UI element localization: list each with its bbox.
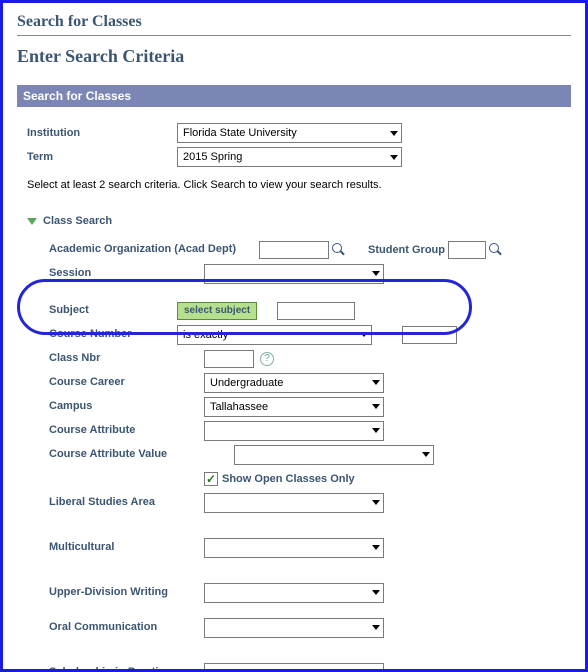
select-subject-button[interactable]: select subject — [177, 302, 257, 320]
app-frame: Search for Classes Enter Search Criteria… — [0, 0, 588, 672]
campus-value: Tallahassee — [210, 401, 268, 413]
divider — [17, 35, 571, 36]
liberal-studies-label: Liberal Studies Area — [49, 496, 204, 509]
session-label: Session — [49, 267, 204, 280]
upper-div-writing-label: Upper-Division Writing — [49, 586, 204, 599]
sub-title: Enter Search Criteria — [17, 46, 571, 67]
chevron-down-icon — [372, 404, 380, 409]
subject-label: Subject — [49, 304, 177, 317]
search-icon[interactable] — [332, 243, 346, 257]
triangle-down-icon — [27, 218, 37, 225]
section-bar: Search for Classes — [17, 85, 571, 107]
course-attribute-select[interactable] — [204, 421, 384, 441]
oral-comm-label: Oral Communication — [49, 621, 204, 634]
chevron-down-icon — [372, 380, 380, 385]
course-number-input[interactable] — [402, 326, 457, 344]
subject-input[interactable] — [277, 302, 355, 320]
multicultural-label: Multicultural — [49, 541, 204, 554]
institution-label: Institution — [27, 127, 177, 139]
oral-comm-select[interactable] — [204, 618, 384, 638]
scholarship-label: Scholarship in Practice — [49, 666, 204, 672]
chevron-down-icon — [372, 545, 380, 550]
show-open-checkbox[interactable]: ✓ — [204, 472, 218, 486]
campus-select[interactable]: Tallahassee — [204, 397, 384, 417]
term-label: Term — [27, 151, 177, 163]
multicultural-select[interactable] — [204, 538, 384, 558]
chevron-down-icon — [360, 332, 368, 337]
chevron-down-icon — [372, 271, 380, 276]
institution-select[interactable]: Florida State University — [177, 123, 402, 143]
class-search-toggle-label: Class Search — [43, 215, 112, 227]
course-career-value: Undergraduate — [210, 377, 283, 389]
class-search-toggle[interactable]: Class Search — [27, 215, 561, 227]
chevron-down-icon — [372, 428, 380, 433]
institution-row: Institution Florida State University — [27, 123, 561, 143]
student-group-input[interactable] — [448, 241, 486, 259]
course-number-op-select[interactable]: is exactly — [177, 325, 372, 345]
acad-org-label: Academic Organization (Acad Dept) — [49, 243, 259, 256]
student-group-label: Student Group — [368, 244, 445, 256]
course-career-label: Course Career — [49, 376, 204, 389]
chevron-down-icon — [422, 452, 430, 457]
class-nbr-input[interactable] — [204, 350, 254, 368]
term-value: 2015 Spring — [183, 151, 242, 163]
scholarship-select[interactable] — [204, 663, 384, 672]
term-row: Term 2015 Spring — [27, 147, 561, 167]
search-icon[interactable] — [489, 243, 503, 257]
chevron-down-icon — [372, 500, 380, 505]
institution-value: Florida State University — [183, 127, 297, 139]
course-number-label: Course Number — [49, 328, 177, 341]
chevron-down-icon — [390, 131, 398, 136]
class-nbr-label: Class Nbr — [49, 352, 204, 365]
upper-div-writing-select[interactable] — [204, 583, 384, 603]
liberal-studies-select[interactable] — [204, 493, 384, 513]
course-attribute-value-select[interactable] — [234, 445, 434, 465]
course-number-op-value: is exactly — [183, 329, 228, 341]
course-attribute-value-label: Course Attribute Value — [49, 448, 234, 461]
session-select[interactable] — [204, 264, 384, 284]
chevron-down-icon — [372, 590, 380, 595]
search-form: Academic Organization (Acad Dept) Studen… — [27, 239, 561, 672]
chevron-down-icon — [372, 625, 380, 630]
course-attribute-label: Course Attribute — [49, 424, 204, 437]
chevron-down-icon — [390, 155, 398, 160]
instruction-text: Select at least 2 search criteria. Click… — [27, 179, 561, 191]
help-icon[interactable]: ? — [260, 352, 274, 366]
term-select[interactable]: 2015 Spring — [177, 147, 402, 167]
show-open-label: Show Open Classes Only — [222, 473, 355, 485]
course-career-select[interactable]: Undergraduate — [204, 373, 384, 393]
page-title: Search for Classes — [17, 13, 571, 31]
campus-label: Campus — [49, 400, 204, 413]
acad-org-input[interactable] — [259, 241, 329, 259]
